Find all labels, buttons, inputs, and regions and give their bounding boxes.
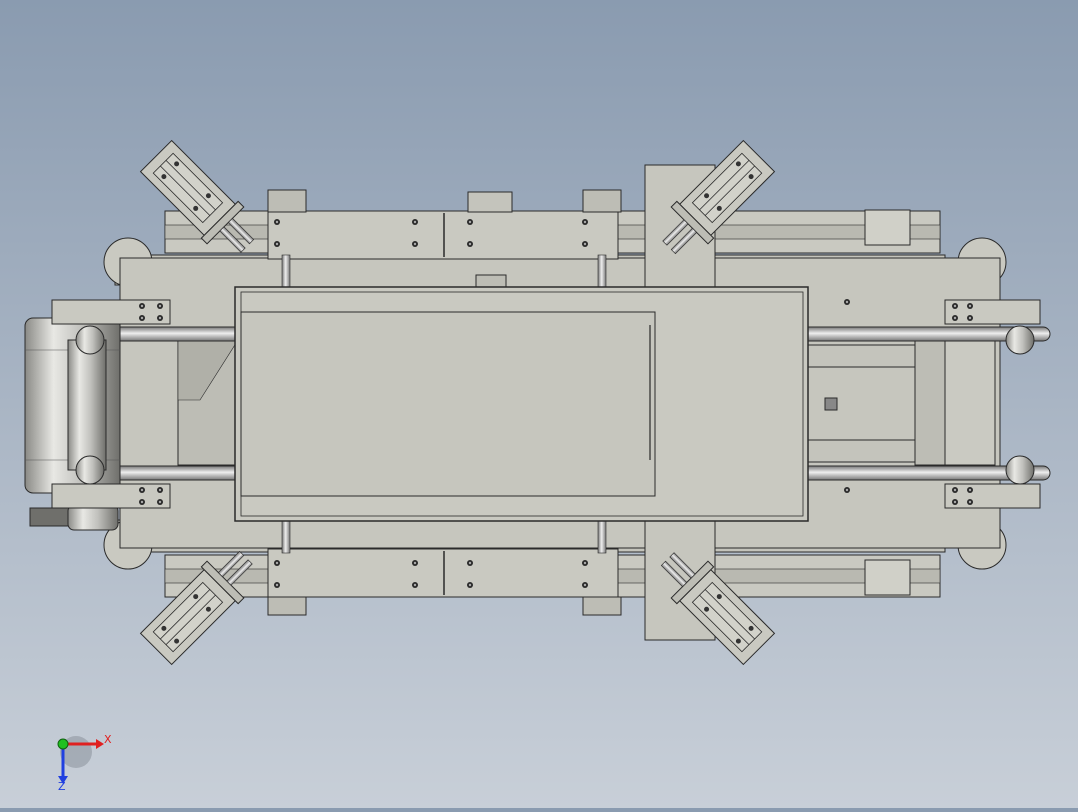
assembly-drawing: X Z (24, 137, 1051, 793)
cad-viewport[interactable]: X Z (0, 0, 1078, 808)
central-platform (234, 286, 809, 522)
z-axis-label: Z (58, 780, 66, 793)
x-axis-label: X (104, 733, 112, 746)
axis-triad: X Z (57, 733, 112, 793)
